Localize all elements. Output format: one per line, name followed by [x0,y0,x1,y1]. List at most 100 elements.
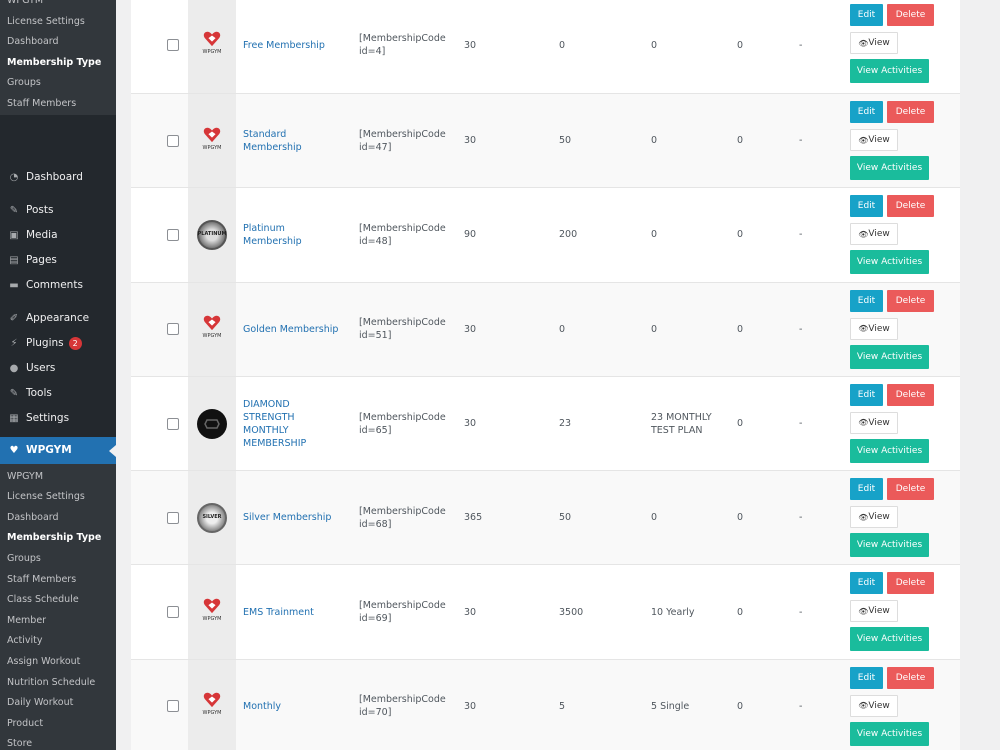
period-days: 30 [464,283,476,376]
menu-item-media[interactable]: ▣ Media [0,223,116,248]
membership-name[interactable]: Golden Membership [243,283,343,376]
submenu-item[interactable]: Assign Workout [0,652,116,673]
submenu-item[interactable]: WPGYM [0,0,116,12]
membership-name-text[interactable]: Free Membership [243,39,325,52]
menu-item-tools[interactable]: ✎ Tools [0,381,116,406]
row-checkbox-cell [167,94,179,187]
edit-button[interactable]: Edit [850,383,883,406]
view-activities-button[interactable]: View Activities [850,156,929,180]
submenu-item[interactable]: Staff Members [0,94,116,115]
edit-button[interactable]: Edit [850,195,883,218]
membership-name[interactable]: Silver Membership [243,471,343,564]
view-activities-button[interactable]: View Activities [850,721,929,746]
submenu-item[interactable]: Daily Workout [0,693,116,714]
menu-item-comments[interactable]: ▬ Comments [0,273,116,298]
submenu-item[interactable]: Dashboard [0,32,116,53]
row-checkbox[interactable] [167,606,179,619]
delete-button[interactable]: Delete [887,478,934,501]
submenu-item[interactable]: Groups [0,73,116,94]
delete-button[interactable]: Delete [887,383,934,406]
table-row: WPGYM Standard Membership [MembershipCode … [131,94,960,189]
edit-button[interactable]: Edit [850,101,883,123]
membership-code-text: [MembershipCode id=69] [359,600,446,625]
membership-name[interactable]: Monthly [243,660,343,750]
view-activities-button[interactable]: View Activities [850,627,929,652]
view-button[interactable]: 👁 View [850,411,898,434]
row-checkbox[interactable] [167,228,179,241]
membership-name[interactable]: EMS Trainment [243,565,343,658]
wpgym-logo: WPGYM [203,31,221,59]
menu-item-settings[interactable]: ▦ Settings [0,406,116,431]
submenu-item[interactable]: License Settings [0,487,116,508]
membership-name-text[interactable]: Platinum Membership [243,222,343,248]
edit-button[interactable]: Edit [850,666,883,689]
menu-item-dashboard[interactable]: ◔ Dashboard [0,165,116,190]
submenu-item[interactable]: License Settings [0,12,116,33]
extra: - [799,660,802,750]
submenu-item[interactable]: Member [0,611,116,632]
row-checkbox[interactable] [167,39,179,51]
membership-name[interactable]: Free Membership [243,0,343,93]
view-activities-button[interactable]: View Activities [850,344,929,369]
submenu-item[interactable]: Membership Type [0,53,116,74]
view-button-label: View [868,606,890,617]
row-checkbox[interactable] [167,417,179,430]
delete-button[interactable]: Delete [887,101,934,123]
view-activities-button[interactable]: View Activities [850,250,929,275]
submenu-item[interactable]: Groups [0,549,116,570]
wpgym-logo: WPGYM [203,315,221,343]
membership-name-text[interactable]: Standard Membership [243,128,343,154]
membership-name-text[interactable]: Silver Membership [243,511,331,524]
row-checkbox[interactable] [167,323,179,336]
row-checkbox[interactable] [167,700,179,713]
delete-button[interactable]: Delete [887,4,934,26]
menu-item-appearance[interactable]: ✐ Appearance [0,306,116,331]
view-button[interactable]: 👁 View [850,600,898,623]
logo-text: WPGYM [202,144,222,151]
view-activities-button[interactable]: View Activities [850,438,929,463]
view-button[interactable]: 👁 View [850,694,898,717]
row-checkbox[interactable] [167,134,179,147]
view-button[interactable]: 👁 View [850,223,898,246]
delete-button[interactable]: Delete [887,572,934,595]
membership-name-text[interactable]: EMS Trainment [243,606,314,619]
row-actions: Edit Delete 👁 View View Activities [850,188,945,281]
submenu-item[interactable]: Dashboard [0,508,116,529]
delete-button[interactable]: Delete [887,289,934,312]
view-activities-button[interactable]: View Activities [850,533,929,558]
membership-name[interactable]: Standard Membership [243,94,343,187]
submenu-item[interactable]: Store [0,734,116,750]
signup-fee: 0 [737,283,743,376]
view-button[interactable]: 👁 View [850,506,898,529]
row-checkbox[interactable] [167,511,179,524]
edit-button[interactable]: Edit [850,572,883,595]
submenu-item[interactable]: Membership Type [0,528,116,549]
menu-item-wpgym[interactable]: ♥ WPGYM [0,436,116,464]
submenu-item[interactable]: Nutrition Schedule [0,673,116,694]
delete-button[interactable]: Delete [887,195,934,218]
membership-name[interactable]: DIAMOND STRENGTH MONTHLY MEMBERSHIP [243,377,343,470]
edit-button[interactable]: Edit [850,4,883,26]
submenu-item[interactable]: Class Schedule [0,590,116,611]
view-button[interactable]: 👁 View [850,317,898,340]
membership-name-text[interactable]: DIAMOND STRENGTH MONTHLY MEMBERSHIP [243,398,343,450]
menu-item-posts[interactable]: ✎ Posts [0,198,116,223]
view-button[interactable]: 👁 View [850,32,898,54]
membership-name[interactable]: Platinum Membership [243,188,343,281]
menu-item-users[interactable]: ● Users [0,356,116,381]
edit-button[interactable]: Edit [850,289,883,312]
view-button-label: View [868,135,890,145]
submenu-item[interactable]: Activity [0,631,116,652]
submenu-item[interactable]: WPGYM [0,467,116,488]
menu-item-plugins[interactable]: ⚡ Plugins 2 [0,331,116,356]
membership-name-text[interactable]: Monthly [243,700,281,713]
view-activities-button[interactable]: View Activities [850,59,929,83]
view-button[interactable]: 👁 View [850,129,898,151]
menu-item-pages[interactable]: ▤ Pages [0,248,116,273]
submenu-item[interactable]: Product [0,714,116,735]
edit-button[interactable]: Edit [850,478,883,501]
membership-name-text[interactable]: Golden Membership [243,323,338,336]
row-actions: Edit Delete 👁 View View Activities [850,377,945,470]
delete-button[interactable]: Delete [887,666,934,689]
submenu-item[interactable]: Staff Members [0,570,116,591]
